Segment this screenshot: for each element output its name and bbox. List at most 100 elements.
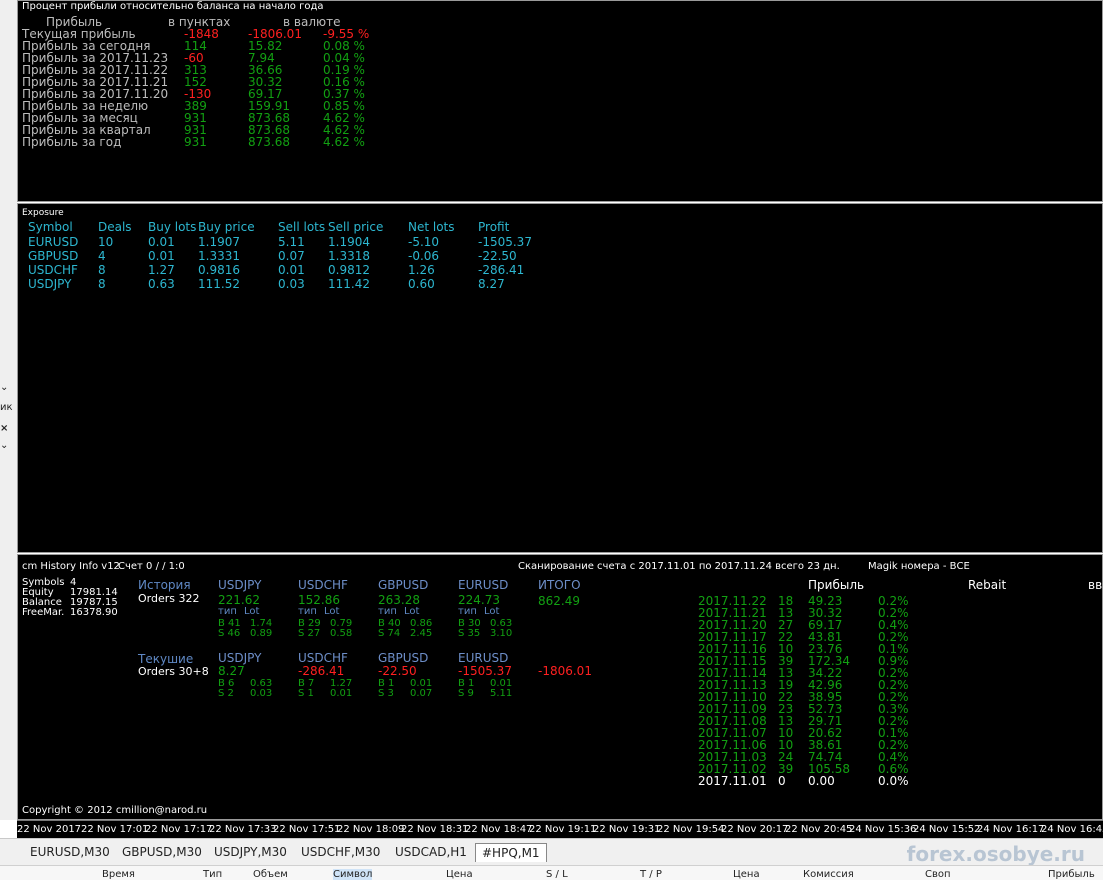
time-axis-label: 22 Nov 20:45 — [785, 824, 853, 835]
type-label: тип — [298, 606, 317, 617]
type-label: тип — [218, 606, 237, 617]
current-sell-count: S 2 — [218, 688, 234, 699]
table-header-cell[interactable]: T / P — [640, 869, 662, 880]
table-header-cell[interactable]: Тип — [203, 869, 222, 880]
time-axis-label: 22 Nov 18:31 — [401, 824, 469, 835]
current-sell-count: S 1 — [298, 688, 314, 699]
lot-label: Lot — [324, 606, 340, 617]
time-axis-label: 22 Nov 20:17 — [721, 824, 789, 835]
symbol-history-profit: 221.62 — [218, 593, 260, 607]
terminal-table-header: Время Тип Объем Символ Цена S / L T / P Цена Ком… — [0, 865, 1103, 880]
history-sell-count: S 27 — [298, 628, 321, 639]
chart-tab[interactable]: USDJPY,M30 — [214, 845, 287, 859]
exposure-cell: 4 — [98, 249, 106, 263]
close-icon[interactable]: × — [0, 423, 8, 434]
symbol-current-profit: 8.27 — [218, 664, 245, 678]
exposure-cell: 111.52 — [198, 277, 240, 291]
symbol-name-current: EURUSD — [458, 651, 509, 665]
symbol-name-history: GBPUSD — [378, 578, 429, 592]
scan-label: Сканирование счета с 2017.11.01 по 2017.… — [518, 561, 840, 572]
current-sell-count: S 3 — [378, 688, 394, 699]
table-header-cell[interactable]: Своп — [925, 869, 951, 880]
exposure-cell: 1.3318 — [328, 249, 370, 263]
symbol-name-current: GBPUSD — [378, 651, 429, 665]
type-label: тип — [458, 606, 477, 617]
symbol-name-current: USDJPY — [218, 651, 262, 665]
chart-tab[interactable]: USDCAD,H1 — [395, 845, 467, 859]
account-info-value: 16378.90 — [70, 607, 118, 618]
time-axis-label: 22 Nov 17:33 — [209, 824, 277, 835]
table-header-cell[interactable]: S / L — [546, 869, 568, 880]
history-panel: cm History Info v12 Счет 0 / / 1:0 Скани… — [17, 554, 1103, 820]
exposure-cell: 8 — [98, 277, 106, 291]
time-axis-label: 22 Nov 18:47 — [465, 824, 533, 835]
exposure-header-3: Buy price — [198, 220, 255, 234]
profit-panel: Процент прибыли относительно баланса на … — [17, 0, 1103, 202]
exposure-cell: 5.11 — [278, 235, 305, 249]
current-sell-lot: 0.07 — [410, 688, 433, 699]
exposure-panel: Exposure Symbol Deals Buy lots Buy price Sel… — [17, 203, 1103, 553]
exposure-cell: 0.9812 — [328, 263, 370, 277]
table-header-cell[interactable]: Комиссия — [803, 869, 854, 880]
exposure-cell: 0.03 — [278, 277, 305, 291]
type-label: тип — [378, 606, 397, 617]
chart-tab[interactable]: EURUSD,M30 — [30, 845, 110, 859]
table-header-cell[interactable]: Объем — [253, 869, 288, 880]
up-arrow-icon[interactable]: ⌄ — [0, 382, 8, 393]
account-info-label: FreeMar. — [22, 607, 65, 618]
exposure-cell: 0.01 — [148, 249, 175, 263]
chart-tab[interactable]: USDCHF,M30 — [301, 845, 380, 859]
symbol-name-history: USDCHF — [298, 578, 348, 592]
daily-profit: 0.00 — [808, 774, 835, 788]
history-sell-lot: 3.10 — [490, 628, 513, 639]
exposure-cell: 10 — [98, 235, 114, 249]
time-axis-label: 24 Nov 15:36 — [849, 824, 917, 835]
table-header-cell[interactable]: Прибыль — [1048, 869, 1095, 880]
history-sell-count: S 46 — [218, 628, 241, 639]
exposure-header-6: Net lots — [408, 220, 455, 234]
history-sell-count: S 74 — [378, 628, 401, 639]
exposure-cell: 0.63 — [148, 277, 175, 291]
profit-row-money: 873.68 — [248, 135, 290, 149]
symbol-history-profit: 263.28 — [378, 593, 420, 607]
symbol-current-profit: -1505.37 — [458, 664, 512, 678]
chart-tab-bar: forex.osobye.ru EURUSD,M30 GBPUSD,M30 USDJ… — [0, 838, 1103, 866]
symbol-name-history: EURUSD — [458, 578, 509, 592]
current-section-label: Текушие — [138, 652, 194, 666]
down-arrow-icon[interactable]: ⌄ — [0, 440, 8, 451]
time-axis-label: 22 Nov 17:01 — [81, 824, 149, 835]
profit-panel-title: Процент прибыли относительно баланса на … — [22, 1, 324, 12]
history-title: cm History Info v12 — [22, 561, 120, 572]
exposure-cell: 111.42 — [328, 277, 370, 291]
exposure-cell: -22.50 — [478, 249, 517, 263]
time-axis: 22 Nov 2017 22 Nov 17:01 22 Nov 17:17 22 No… — [17, 820, 1103, 839]
profit-row-points: 931 — [184, 135, 207, 149]
table-header-cell[interactable]: Время — [102, 869, 135, 880]
exposure-cell: 8 — [98, 263, 106, 277]
table-header-cell[interactable]: Цена — [446, 869, 473, 880]
exposure-cell: -1505.37 — [478, 235, 532, 249]
exposure-cell: 0.01 — [278, 263, 305, 277]
daily-percent: 0.0% — [878, 774, 909, 788]
time-axis-label: 22 Nov 17:51 — [273, 824, 341, 835]
exposure-cell: 1.27 — [148, 263, 175, 277]
orders-history: Orders 322 — [138, 592, 200, 605]
exposure-cell: 1.1904 — [328, 235, 370, 249]
chart-tab[interactable]: #HPQ,M1 — [475, 843, 547, 862]
chart-tab[interactable]: GBPUSD,M30 — [122, 845, 202, 859]
current-sell-lot: 0.03 — [250, 688, 273, 699]
table-header-cell[interactable]: Цена — [733, 869, 760, 880]
lot-label: Lot — [484, 606, 500, 617]
time-axis-label: 22 Nov 2017 — [17, 824, 82, 835]
history-sell-lot: 0.58 — [330, 628, 353, 639]
magic-label: Magik номера - ВСЕ — [868, 561, 970, 572]
table-header-cell[interactable]: Символ — [333, 869, 373, 880]
exposure-header-7: Profit — [478, 220, 510, 234]
exposure-cell: USDJPY — [28, 277, 72, 291]
symbol-history-profit: 152.86 — [298, 593, 340, 607]
exposure-cell: -0.06 — [408, 249, 440, 263]
symbol-name-current: USDCHF — [298, 651, 348, 665]
daily-rebait-header: Rebait — [968, 578, 1007, 592]
exposure-cell: 0.07 — [278, 249, 305, 263]
time-axis-label: 22 Nov 19:11 — [529, 824, 597, 835]
